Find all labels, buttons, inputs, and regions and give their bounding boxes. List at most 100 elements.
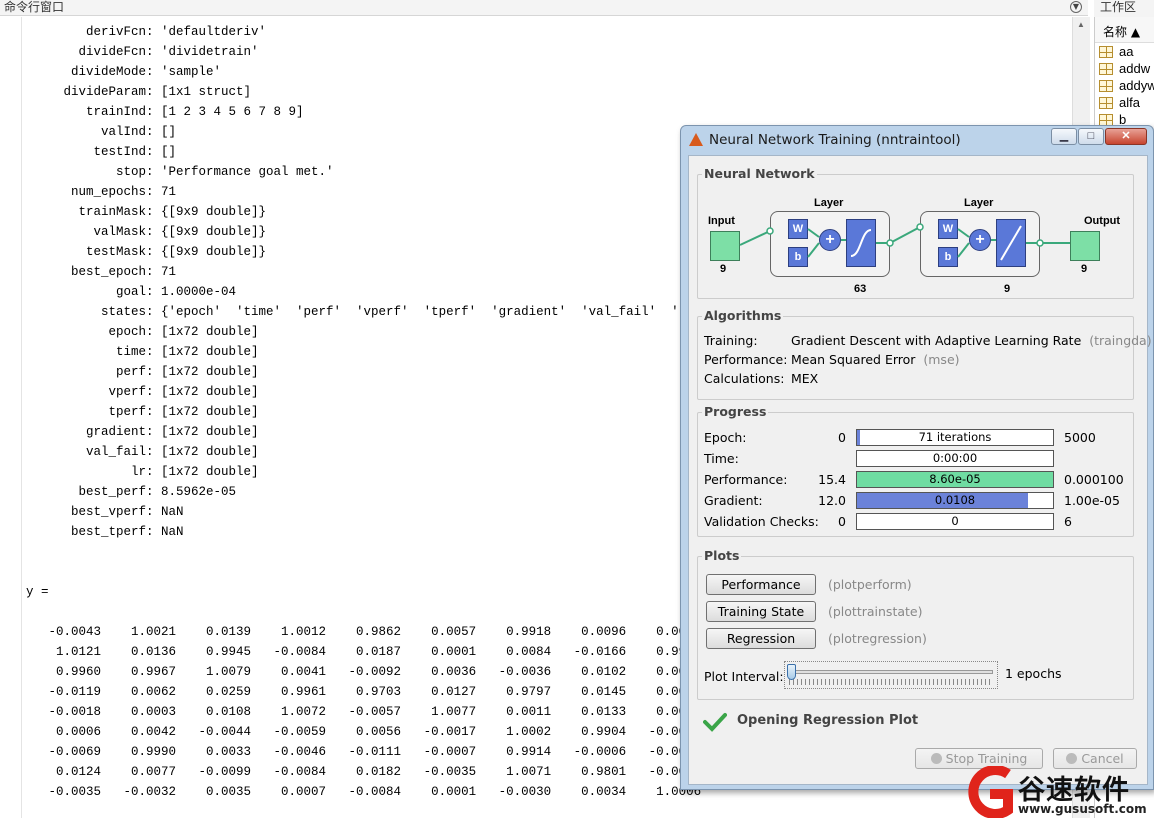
network-connectors xyxy=(739,223,1070,258)
workspace-item-name: aa xyxy=(1119,44,1134,59)
watermark-url: www.gususoft.com xyxy=(1018,802,1147,816)
command-line: -0.0119 0.0062 0.0259 0.9961 0.9703 0.01… xyxy=(26,685,702,699)
progress-label: Epoch: xyxy=(704,430,747,445)
command-line: vperf: [1x72 double] xyxy=(26,385,259,399)
progress-value: 0:00:00 xyxy=(932,451,978,465)
progress-bar: 8.60e-05 xyxy=(856,471,1054,488)
progress-bar: 0 xyxy=(856,513,1054,530)
progress-bar: 0:00:00 xyxy=(856,450,1054,467)
command-line: gradient: [1x72 double] xyxy=(26,425,259,439)
plot-performance-button[interactable]: Performance xyxy=(706,574,816,595)
command-line: num_epochs: 71 xyxy=(26,185,177,199)
command-line: time: [1x72 double] xyxy=(26,345,259,359)
algorithms-group: Algorithms Training: Gradient Descent wi… xyxy=(697,308,1152,400)
progress-start: 0 xyxy=(838,430,846,445)
command-line: 0.9960 0.9967 1.0079 0.0041 -0.0092 0.00… xyxy=(26,665,702,679)
algo-performance-label: Performance: xyxy=(704,352,788,367)
progress-value: 8.60e-05 xyxy=(929,472,981,486)
command-window-title: 命令行窗口 xyxy=(4,0,65,14)
minimize-button[interactable]: ▁ xyxy=(1051,128,1077,145)
progress-title: Progress xyxy=(702,404,769,419)
command-line: best_epoch: 71 xyxy=(26,265,177,279)
command-window-header: 命令行窗口 ▼ xyxy=(0,0,1088,16)
workspace-name-column[interactable]: 名称 ▲ xyxy=(1095,17,1154,43)
command-line: valInd: [] xyxy=(26,125,177,139)
maximize-button[interactable]: □ xyxy=(1078,128,1104,145)
plot-interval-slider[interactable] xyxy=(784,661,998,689)
command-line: best_tperf: NaN xyxy=(26,525,184,539)
progress-value: 0 xyxy=(951,514,959,528)
command-line: stop: 'Performance goal met.' xyxy=(26,165,334,179)
workspace-item-name: alfa xyxy=(1119,95,1140,110)
command-line: y = xyxy=(26,585,49,599)
panel-menu-icon[interactable]: ▼ xyxy=(1070,1,1082,13)
stop-training-label: Stop Training xyxy=(945,751,1028,766)
dialog-body: Neural Network Input 9 Layer W b + 63 La… xyxy=(688,155,1152,785)
command-line: divideMode: 'sample' xyxy=(26,65,222,79)
algo-calculations-label: Calculations: xyxy=(704,371,785,386)
workspace-title: 工作区 xyxy=(1094,0,1154,17)
command-line: -0.0069 0.9990 0.0033 -0.0046 -0.0111 -0… xyxy=(26,745,702,759)
check-icon xyxy=(703,713,727,732)
progress-fill xyxy=(857,430,860,445)
command-line: testMask: {[9x9 double]} xyxy=(26,245,267,259)
command-line: divideParam: [1x1 struct] xyxy=(26,85,252,99)
command-line: states: {'epoch' 'time' 'perf' 'vperf' '… xyxy=(26,305,709,319)
workspace-item-name: addw xyxy=(1119,61,1151,76)
plot-training-state-fn: (plottrainstate) xyxy=(828,604,923,619)
algo-performance-fn: (mse) xyxy=(923,352,960,367)
command-line: -0.0043 1.0021 0.0139 1.0012 0.9862 0.00… xyxy=(26,625,702,639)
command-line: valMask: {[9x9 double]} xyxy=(26,225,267,239)
algo-performance-text: Mean Squared Error xyxy=(791,352,916,367)
command-line xyxy=(26,542,709,562)
progress-start: 0 xyxy=(838,514,846,529)
command-line: perf: [1x72 double] xyxy=(26,365,259,379)
command-line: best_perf: 8.5962e-05 xyxy=(26,485,237,499)
command-output: derivFcn: 'defaultderiv' divideFcn: 'div… xyxy=(26,22,709,802)
command-line: lr: [1x72 double] xyxy=(26,465,259,479)
plot-regression-button[interactable]: Regression xyxy=(706,628,816,649)
command-gutter xyxy=(0,17,22,818)
variable-icon xyxy=(1099,63,1113,75)
close-button[interactable]: ✕ xyxy=(1105,128,1147,145)
algo-calculations-value: MEX xyxy=(791,371,819,386)
progress-label: Validation Checks: xyxy=(704,514,819,529)
workspace-item[interactable]: alfa xyxy=(1095,94,1154,111)
progress-label: Gradient: xyxy=(704,493,763,508)
progress-bar: 0.0108 xyxy=(856,492,1054,509)
command-line: trainMask: {[9x9 double]} xyxy=(26,205,267,219)
command-line: epoch: [1x72 double] xyxy=(26,325,259,339)
workspace-item[interactable]: addw xyxy=(1095,60,1154,77)
slider-track xyxy=(789,670,993,674)
command-line: tperf: [1x72 double] xyxy=(26,405,259,419)
plot-performance-fn: (plotperform) xyxy=(828,577,912,592)
command-line: -0.0018 0.0003 0.0108 1.0072 -0.0057 1.0… xyxy=(26,705,702,719)
slider-thumb[interactable] xyxy=(787,664,796,680)
plots-group: Plots Performance (plotperform) Training… xyxy=(697,548,1134,700)
progress-end: 6 xyxy=(1064,514,1072,529)
stop-icon xyxy=(930,753,942,764)
progress-bar: 71 iterations xyxy=(856,429,1054,446)
progress-end: 0.000100 xyxy=(1064,472,1124,487)
command-line: divideFcn: 'dividetrain' xyxy=(26,45,259,59)
progress-value: 0.0108 xyxy=(934,493,976,507)
command-line: goal: 1.0000e-04 xyxy=(26,285,237,299)
cancel-icon xyxy=(1066,753,1078,764)
algo-training-fn: (traingda) xyxy=(1089,333,1152,348)
variable-icon xyxy=(1099,46,1113,58)
variable-icon xyxy=(1099,97,1113,109)
plot-regression-fn: (plotregression) xyxy=(828,631,927,646)
slider-ticks xyxy=(789,679,993,685)
workspace-list: aa addw addyw alfa b xyxy=(1095,43,1154,128)
workspace-item[interactable]: aa xyxy=(1095,43,1154,60)
status-text: Opening Regression Plot xyxy=(737,713,919,728)
command-line: best_vperf: NaN xyxy=(26,505,184,519)
workspace-item[interactable]: addyw xyxy=(1095,77,1154,94)
progress-label: Time: xyxy=(704,451,739,466)
scroll-up-icon[interactable]: ▲ xyxy=(1077,20,1085,29)
plot-interval-value: 1 epochs xyxy=(1005,666,1062,681)
variable-icon xyxy=(1099,80,1113,92)
plot-training-state-button[interactable]: Training State xyxy=(706,601,816,622)
progress-group: Progress Epoch: 0 71 iterations 5000 Time: 0:… xyxy=(697,404,1134,537)
algo-performance-value: Mean Squared Error (mse) xyxy=(791,352,960,367)
